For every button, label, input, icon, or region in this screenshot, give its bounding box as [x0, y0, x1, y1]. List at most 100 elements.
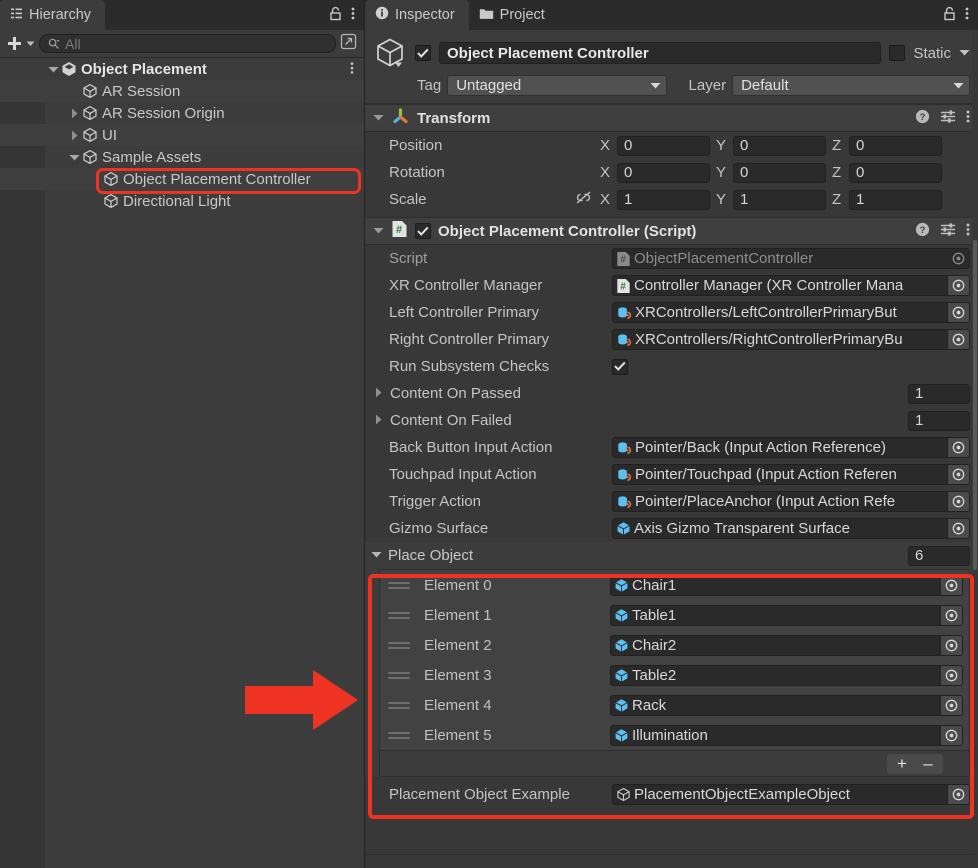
- hierarchy-row-directional-light[interactable]: Directional Light: [0, 190, 364, 212]
- script-component-header[interactable]: # Object Placement Controller (Script) ?: [365, 217, 978, 245]
- hierarchy-row-sample-assets[interactable]: Sample Assets: [0, 146, 364, 168]
- hierarchy-row-object-placement[interactable]: Object Placement: [0, 58, 364, 80]
- kebab-menu-icon[interactable]: [351, 6, 355, 25]
- array-element-object-field[interactable]: Rack: [610, 694, 963, 716]
- object-field-touchpad-input-action[interactable]: Pointer/Touchpad (Input Action Referen: [612, 464, 970, 485]
- foldout-down-icon[interactable]: [66, 152, 82, 163]
- object-picker-button[interactable]: [947, 438, 969, 457]
- foldout-down-icon[interactable]: [373, 223, 384, 240]
- drag-handle-icon[interactable]: [388, 641, 410, 649]
- object-field-left-controller-primary[interactable]: XRControllers/LeftControllerPrimaryBut: [612, 302, 970, 323]
- tag-dropdown[interactable]: Untagged: [447, 75, 667, 96]
- foldout-down-icon[interactable]: [373, 110, 384, 127]
- object-field-trigger-action[interactable]: Pointer/PlaceAnchor (Input Action Refe: [612, 491, 970, 512]
- tab-project[interactable]: Project: [468, 0, 559, 30]
- gameobject-name-input[interactable]: Object Placement Controller: [439, 42, 882, 64]
- drag-handle-icon[interactable]: [388, 731, 410, 739]
- object-field-gizmo-surface[interactable]: Axis Gizmo Transparent Surface: [612, 518, 970, 539]
- object-picker-button[interactable]: [940, 575, 962, 595]
- object-picker-button[interactable]: [947, 330, 969, 349]
- transform-scale-z-input[interactable]: 1: [849, 189, 942, 210]
- hierarchy-search-box[interactable]: [39, 34, 336, 53]
- transform-rotation-z-input[interactable]: 0: [849, 162, 942, 183]
- place-object-size-field[interactable]: 6: [908, 545, 970, 566]
- input-action-icon: [618, 495, 632, 508]
- lock-icon[interactable]: [943, 6, 956, 25]
- object-picker-button[interactable]: [940, 695, 962, 715]
- object-picker-button[interactable]: [947, 465, 969, 484]
- transform-rotation-x-input[interactable]: 0: [617, 162, 710, 183]
- lock-icon[interactable]: [329, 6, 342, 25]
- object-picker-button[interactable]: [940, 725, 962, 745]
- script-enabled-checkbox[interactable]: [415, 223, 431, 239]
- inspector-scrollbar-thumb[interactable]: [973, 240, 977, 570]
- kebab-menu-icon[interactable]: [965, 6, 969, 25]
- help-icon[interactable]: ?: [915, 222, 930, 241]
- hierarchy-row-ar-session-origin[interactable]: AR Session Origin: [0, 102, 364, 124]
- kebab-menu-icon[interactable]: [966, 109, 970, 128]
- foldout-right-icon[interactable]: [373, 385, 384, 402]
- add-gameobject-button[interactable]: [6, 35, 35, 52]
- transform-position-z-input[interactable]: 0: [849, 135, 942, 156]
- array-element-object-field[interactable]: Table2: [610, 664, 963, 686]
- transform-scale-x-input[interactable]: 1: [617, 189, 710, 210]
- object-picker-button[interactable]: [947, 276, 969, 295]
- object-picker-button[interactable]: [947, 785, 969, 804]
- drag-handle-icon[interactable]: [388, 701, 410, 709]
- scale-link-broken-icon[interactable]: [575, 190, 592, 209]
- tab-hierarchy[interactable]: Hierarchy: [0, 0, 106, 30]
- gameobject-enabled-checkbox[interactable]: [415, 45, 431, 61]
- object-picker-button[interactable]: [940, 635, 962, 655]
- transform-scale-y-input[interactable]: 1: [733, 189, 826, 210]
- array-remove-button[interactable]: –: [917, 754, 939, 773]
- preset-sliders-icon[interactable]: [940, 222, 956, 241]
- kebab-menu-icon[interactable]: [350, 61, 354, 79]
- tab-inspector[interactable]: Inspector: [365, 0, 469, 30]
- object-field-right-controller-primary[interactable]: XRControllers/RightControllerPrimaryBu: [612, 329, 970, 350]
- array-element-object-field[interactable]: Chair2: [610, 634, 963, 656]
- place-object-array-header[interactable]: Place Object 6: [365, 542, 978, 569]
- drag-handle-icon[interactable]: [388, 611, 410, 619]
- object-picker-button[interactable]: [940, 665, 962, 685]
- transform-component-header[interactable]: Transform ?: [365, 104, 978, 132]
- array-size-field-content-on-passed[interactable]: 1: [908, 383, 970, 404]
- transform-position-x-input[interactable]: 0: [617, 135, 710, 156]
- object-field-xr-controller-manager[interactable]: # Controller Manager (XR Controller Mana: [612, 275, 970, 296]
- kebab-menu-icon[interactable]: [966, 222, 970, 241]
- property-label-content-on-passed[interactable]: Content On Passed: [365, 385, 612, 402]
- transform-position-y-input[interactable]: 0: [733, 135, 826, 156]
- property-label-content-on-failed[interactable]: Content On Failed: [365, 412, 612, 429]
- array-size-field-content-on-failed[interactable]: 1: [908, 410, 970, 431]
- object-picker-button[interactable]: [947, 519, 969, 538]
- preset-sliders-icon[interactable]: [940, 109, 956, 128]
- foldout-right-icon[interactable]: [373, 412, 384, 429]
- static-dropdown-chevron-down-icon[interactable]: [959, 45, 970, 62]
- hierarchy-row-ar-session[interactable]: AR Session: [0, 80, 364, 102]
- drag-handle-icon[interactable]: [388, 581, 410, 589]
- window-picker-icon[interactable]: [340, 33, 357, 54]
- array-element-object-field[interactable]: Chair1: [610, 574, 963, 596]
- inspector-scrollbar[interactable]: [972, 30, 978, 868]
- foldout-right-icon[interactable]: [66, 130, 82, 141]
- hierarchy-row-ui[interactable]: UI: [0, 124, 364, 146]
- hierarchy-row-object-placement-controller[interactable]: Object Placement Controller: [0, 168, 364, 190]
- array-element-object-field[interactable]: Table1: [610, 604, 963, 626]
- property-checkbox-run-subsystem-checks[interactable]: [612, 358, 628, 375]
- help-icon[interactable]: ?: [915, 109, 930, 128]
- object-picker-button[interactable]: [947, 303, 969, 322]
- static-checkbox[interactable]: [889, 45, 906, 61]
- array-add-button[interactable]: +: [891, 754, 913, 773]
- foldout-down-icon[interactable]: [371, 547, 382, 564]
- transform-rotation-y-input[interactable]: 0: [733, 162, 826, 183]
- foldout-right-icon[interactable]: [66, 108, 82, 119]
- gameobject-cube-icon: [104, 171, 118, 187]
- object-picker-button[interactable]: [940, 605, 962, 625]
- drag-handle-icon[interactable]: [388, 671, 410, 679]
- placement-object-example-field[interactable]: PlacementObjectExampleObject: [612, 784, 970, 805]
- object-field-back-button-input-action[interactable]: Pointer/Back (Input Action Reference): [612, 437, 970, 458]
- foldout-down-icon[interactable]: [45, 64, 61, 75]
- layer-dropdown[interactable]: Default: [732, 75, 970, 96]
- array-element-object-field[interactable]: Illumination: [610, 724, 963, 746]
- object-picker-button[interactable]: [947, 492, 969, 511]
- hierarchy-search-input[interactable]: [65, 35, 327, 52]
